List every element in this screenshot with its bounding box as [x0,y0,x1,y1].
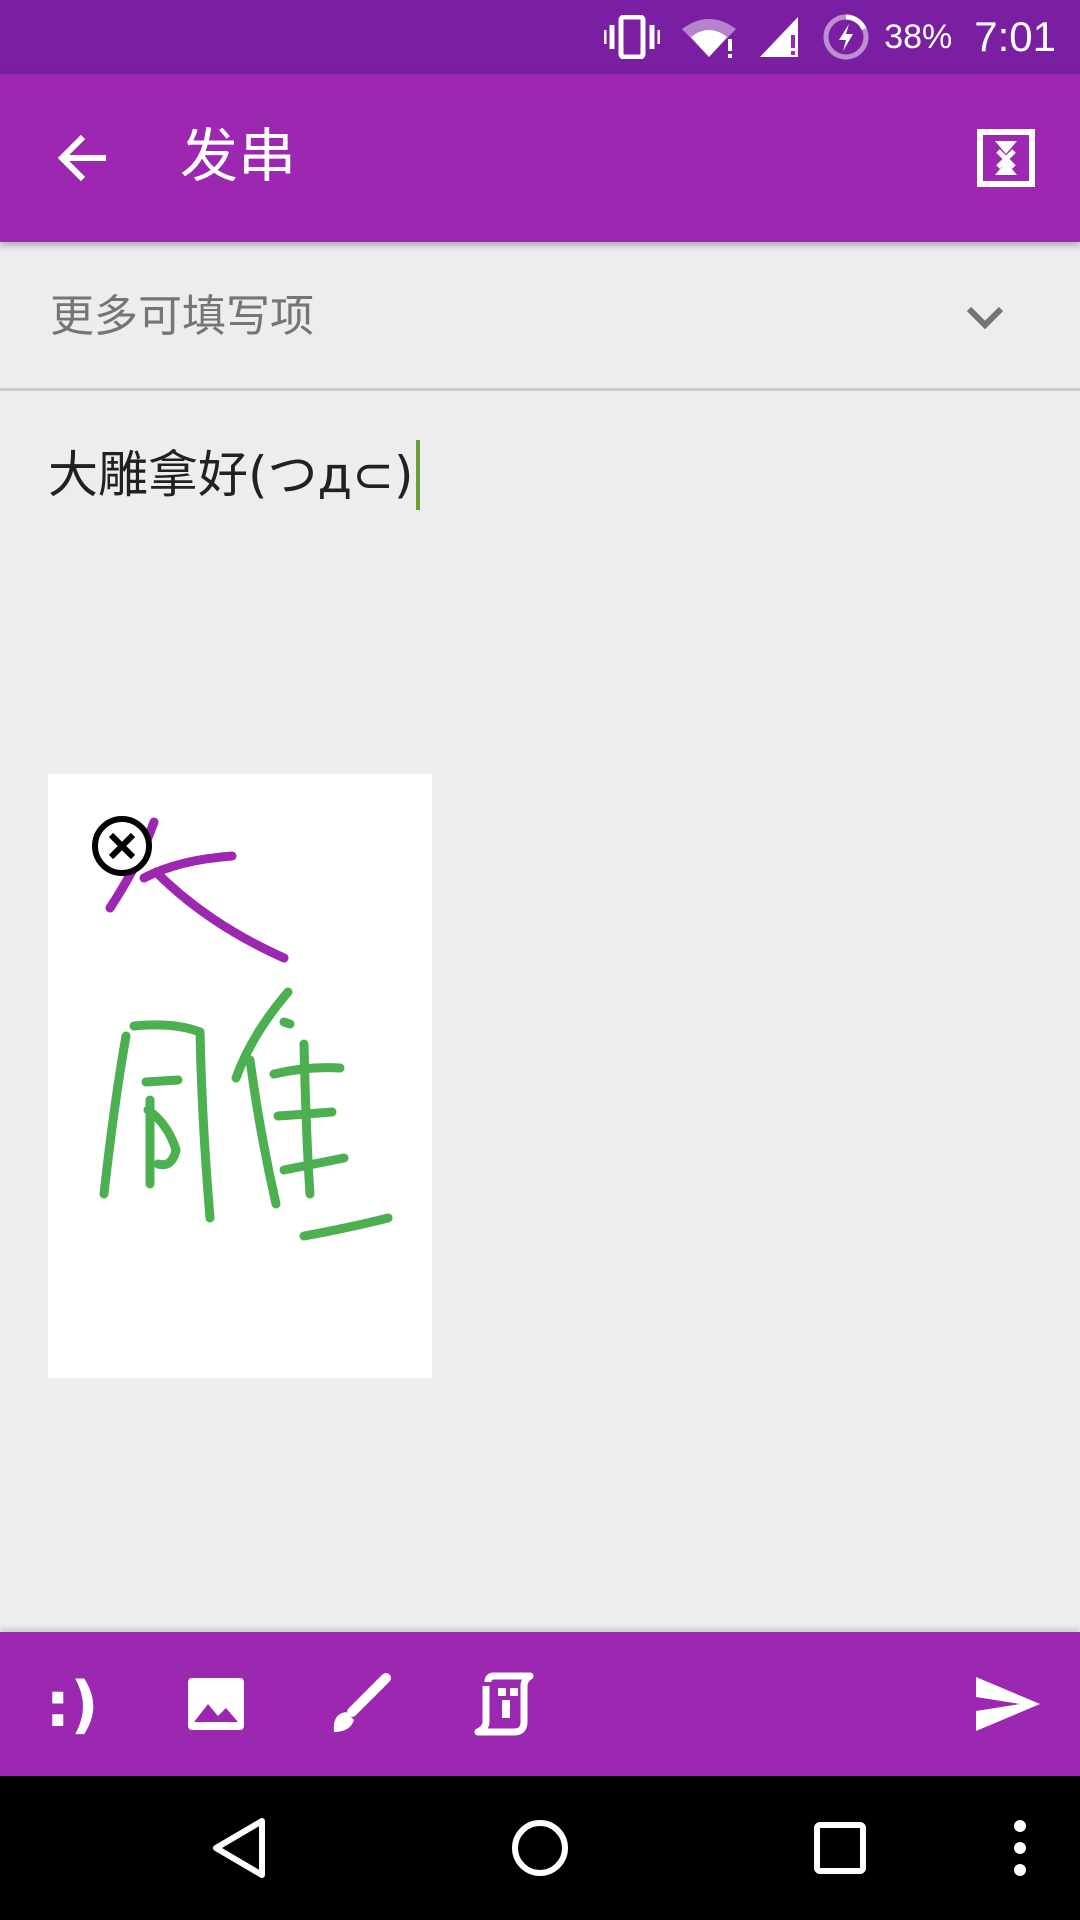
app-bar: 发串 [0,74,1080,242]
clock: 7:01 [974,13,1056,60]
status-icons: 38% 7:01 [584,0,1056,74]
screen: 38% 7:01 发串 更多可填写项 大雕拿好(つд⊂):) [0,0,1080,1920]
more-fields-toggle[interactable]: 更多可填写项 [0,242,1080,391]
close-circle-icon [92,816,152,876]
drawing-attachment[interactable] [48,774,432,1378]
wifi-icon [680,15,738,59]
send-icon [976,1677,1040,1731]
doodle-icon [474,1672,534,1736]
back-button[interactable] [44,118,124,198]
nav-home-button[interactable] [490,1798,590,1898]
message-text: 大雕拿好(つд⊂) [48,446,414,504]
vibrate-icon [604,15,661,59]
image-icon [188,1678,244,1730]
emoticon-button[interactable]: :) [22,1654,122,1754]
clear-draft-icon [977,129,1035,187]
remove-attachment-button[interactable] [90,814,154,878]
battery-charging-icon [822,13,870,61]
battery-percent: 38% [884,17,953,56]
nav-overflow-button[interactable] [970,1798,1070,1898]
square-recents-icon [814,1822,866,1874]
navigation-bar [0,1776,1080,1920]
nav-back-button[interactable] [190,1798,290,1898]
compose-toolbar: :) [0,1632,1080,1776]
triangle-back-icon [213,1818,265,1878]
text-caret [416,440,421,510]
image-button[interactable] [166,1654,266,1754]
nav-recents-button[interactable] [790,1798,890,1898]
circle-home-icon [512,1820,568,1876]
message-input[interactable]: 大雕拿好(つд⊂) [48,440,421,510]
brush-icon [333,1673,391,1732]
more-fields-label: 更多可填写项 [50,291,314,342]
arrow-back-icon [57,134,106,182]
chevron-down-icon [960,292,1010,342]
emoticon-label: :) [45,1667,99,1741]
clear-draft-button[interactable] [968,120,1044,196]
status-bar: 38% 7:01 [0,0,1080,74]
page-title: 发串 [180,122,297,190]
cell-signal-icon [758,15,802,59]
send-button[interactable] [958,1654,1058,1754]
green-strokes [99,987,393,1241]
brush-button[interactable] [310,1654,410,1754]
doodle-button[interactable] [454,1654,554,1754]
more-vertical-icon [1014,1820,1026,1876]
